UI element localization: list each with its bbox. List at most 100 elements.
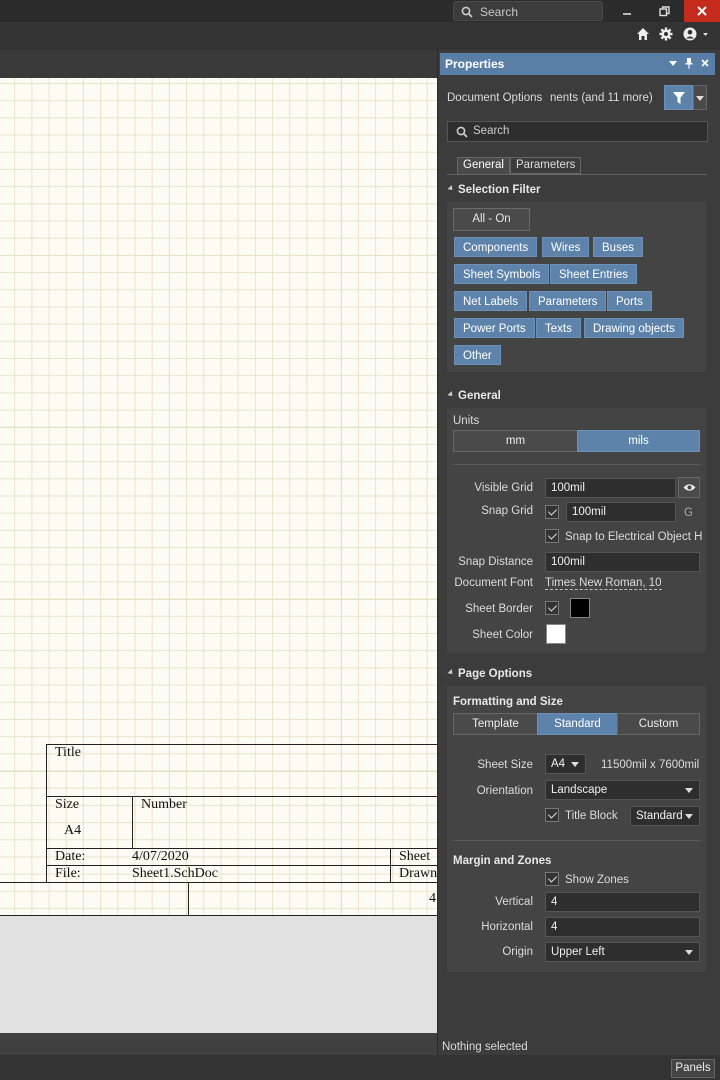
settings-button[interactable]	[659, 27, 673, 41]
collapse-triangle-icon	[447, 185, 455, 193]
panel-menu-button[interactable]	[669, 58, 677, 68]
filter-other-button[interactable]: Other	[454, 345, 501, 365]
filter-icon	[673, 92, 685, 104]
snap-distance-input[interactable]: 100mil	[545, 552, 700, 572]
selection-status: Nothing selected	[442, 1041, 528, 1053]
origin-label: Origin	[502, 946, 533, 958]
snap-grid-input[interactable]: 100mil	[566, 502, 676, 522]
sheet-color-label: Sheet Color	[472, 629, 533, 641]
horizontal-zones-input[interactable]: 4	[545, 917, 700, 937]
filter-ports-button[interactable]: Ports	[607, 291, 652, 311]
visible-grid-input[interactable]: 100mil	[545, 478, 676, 498]
document-font-label: Document Font	[454, 577, 533, 589]
orientation-select[interactable]: Landscape	[545, 780, 700, 800]
minimize-button[interactable]	[610, 0, 644, 22]
panels-button[interactable]: Panels	[671, 1059, 715, 1078]
user-icon	[683, 27, 708, 41]
panel-search-placeholder: Search	[473, 125, 510, 137]
tab-parameters[interactable]: Parameters	[510, 157, 582, 174]
main-toolbar	[0, 22, 720, 50]
schematic-sheet[interactable]: Title Size A4 Number Date: 4/07/2020 Fil…	[0, 78, 437, 916]
title-block-drawn-label: Drawn	[399, 866, 438, 881]
filter-net-labels-button[interactable]: Net Labels	[454, 291, 527, 311]
title-block-number-label: Number	[141, 797, 187, 812]
horizontal-zones-label: Horizontal	[481, 921, 533, 933]
chevron-down-icon	[571, 762, 579, 767]
close-window-button[interactable]	[684, 0, 720, 22]
units-mils-button[interactable]: mils	[577, 430, 700, 452]
sheet-color-swatch[interactable]	[546, 624, 566, 644]
filter-parameters-button[interactable]: Parameters	[529, 291, 607, 311]
title-block-title-label: Title	[55, 745, 81, 760]
sheet-border-color-swatch[interactable]	[570, 598, 590, 618]
vertical-zones-input[interactable]: 4	[545, 892, 700, 912]
title-block-checkbox[interactable]	[545, 808, 559, 822]
general-header[interactable]: General	[447, 390, 501, 402]
sheet-size-select[interactable]: A4	[545, 754, 586, 774]
page-options-header[interactable]: Page Options	[447, 668, 532, 680]
eye-icon	[683, 484, 696, 491]
filter-button[interactable]	[664, 85, 693, 110]
title-block-select[interactable]: Standard	[630, 806, 700, 826]
properties-panel-header: Properties	[440, 53, 715, 75]
collapse-triangle-icon	[447, 391, 455, 399]
visible-grid-toggle-button[interactable]	[678, 477, 700, 498]
pin-icon	[685, 58, 693, 69]
visible-grid-label: Visible Grid	[474, 482, 533, 494]
restore-button[interactable]	[647, 0, 681, 22]
orientation-label: Orientation	[476, 785, 533, 797]
snap-grid-label: Snap Grid	[481, 505, 533, 517]
global-search-placeholder: Search	[480, 5, 519, 19]
close-icon	[697, 6, 707, 16]
title-block-sheet-label: Sheet	[399, 849, 431, 864]
filter-dropdown-button[interactable]	[693, 85, 707, 110]
panel-close-button[interactable]	[701, 59, 709, 67]
panel-search-input[interactable]: Search	[447, 121, 708, 142]
collapse-triangle-icon	[447, 669, 455, 677]
search-icon	[456, 126, 468, 138]
mode-custom-button[interactable]: Custom	[617, 713, 700, 735]
filter-buses-button[interactable]: Buses	[593, 237, 643, 257]
filter-scope-label: Document Options	[447, 92, 543, 104]
close-icon	[701, 59, 709, 67]
filter-power-ports-button[interactable]: Power Ports	[454, 318, 535, 338]
filter-sheet-entries-button[interactable]: Sheet Entries	[550, 264, 638, 284]
title-block-file-value: Sheet1.SchDoc	[132, 866, 218, 881]
bottom-status-bar	[0, 1055, 720, 1080]
mode-standard-button[interactable]: Standard	[537, 713, 618, 735]
show-zones-checkbox[interactable]	[545, 872, 559, 886]
gear-icon	[659, 27, 673, 41]
vertical-zones-label: Vertical	[495, 896, 533, 908]
filter-more-label[interactable]: nents (and 11 more)	[550, 92, 653, 104]
panel-title: Properties	[445, 57, 505, 71]
sheet-border-checkbox[interactable]	[545, 601, 559, 615]
filter-wires-button[interactable]: Wires	[542, 237, 590, 257]
panel-pin-button[interactable]	[685, 57, 693, 69]
global-search-input[interactable]: Search	[453, 1, 603, 21]
zone-label: 4	[429, 891, 436, 906]
chevron-down-icon	[685, 788, 693, 793]
document-font-link[interactable]: Times New Roman, 10	[545, 577, 662, 590]
all-on-button[interactable]: All - On	[453, 208, 530, 231]
selection-filter-header[interactable]: Selection Filter	[447, 184, 540, 196]
filter-drawing-objects-button[interactable]: Drawing objects	[584, 318, 684, 338]
home-icon	[637, 28, 649, 40]
filter-components-button[interactable]: Components	[454, 237, 538, 257]
home-button[interactable]	[636, 27, 650, 41]
tab-general[interactable]: General	[457, 157, 510, 174]
title-block-size-label: Size	[55, 797, 80, 812]
snap-grid-checkbox[interactable]	[545, 505, 559, 519]
filter-sheet-symbols-button[interactable]: Sheet Symbols	[454, 264, 550, 284]
units-label: Units	[453, 415, 480, 427]
snap-electrical-checkbox[interactable]	[545, 529, 559, 543]
user-account-button[interactable]	[683, 27, 709, 41]
chevron-down-icon	[685, 814, 693, 819]
origin-select[interactable]: Upper Left	[545, 942, 700, 962]
title-block-size-value: A4	[64, 823, 82, 838]
units-mm-button[interactable]: mm	[453, 430, 578, 452]
mode-template-button[interactable]: Template	[453, 713, 538, 735]
restore-icon	[658, 5, 670, 16]
filter-texts-button[interactable]: Texts	[536, 318, 581, 338]
sheet-border-label: Sheet Border	[465, 603, 533, 615]
chevron-down-icon	[669, 61, 677, 66]
